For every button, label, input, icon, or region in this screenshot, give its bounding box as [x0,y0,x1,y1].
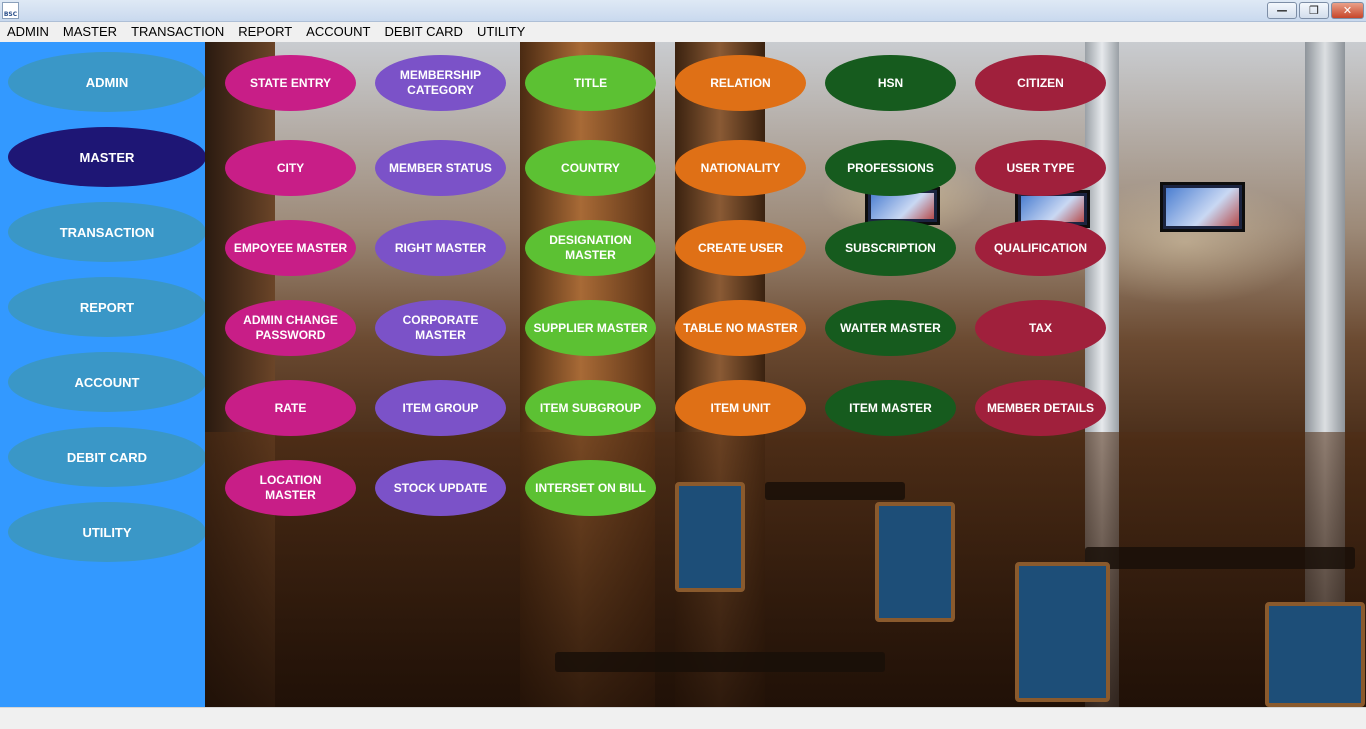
title-button[interactable]: TITLE [525,55,656,111]
sidebar-item-debit-card[interactable]: DEBIT CARD [8,427,206,487]
close-button[interactable]: ✕ [1331,2,1364,19]
interset-on-bill-button[interactable]: INTERSET ON BILL [525,460,656,516]
item-subgroup-button[interactable]: ITEM SUBGROUP [525,380,656,436]
item-group-button[interactable]: ITEM GROUP [375,380,506,436]
rate-button[interactable]: RATE [225,380,356,436]
qualification-button[interactable]: QUALIFICATION [975,220,1106,276]
item-unit-button[interactable]: ITEM UNIT [675,380,806,436]
menu-report[interactable]: REPORT [231,22,299,42]
bg-tv-3 [1160,182,1245,232]
waiter-master-button[interactable]: WAITER MASTER [825,300,956,356]
location-master-button[interactable]: LOCATION MASTER [225,460,356,516]
sidebar-item-account[interactable]: ACCOUNT [8,352,206,412]
bg-table-1 [765,482,905,500]
menu-transaction[interactable]: TRANSACTION [124,22,231,42]
country-button[interactable]: COUNTRY [525,140,656,196]
app-logo-icon: BSC [2,2,19,19]
supplier-master-button[interactable]: SUPPLIER MASTER [525,300,656,356]
designation-master-button[interactable]: DESIGNATION MASTER [525,220,656,276]
state-entry-button[interactable]: STATE ENTRY [225,55,356,111]
empoyee-master-button[interactable]: EMPOYEE MASTER [225,220,356,276]
table-no-master-button[interactable]: TABLE NO MASTER [675,300,806,356]
bg-table-3 [555,652,885,672]
member-status-button[interactable]: MEMBER STATUS [375,140,506,196]
menu-admin[interactable]: ADMIN [0,22,56,42]
city-button[interactable]: CITY [225,140,356,196]
restore-button[interactable]: ❐ [1299,2,1329,19]
menu-master[interactable]: MASTER [56,22,124,42]
sidebar-item-utility[interactable]: UTILITY [8,502,206,562]
bg-chair-3 [675,482,745,592]
sidebar: ADMIN MASTER TRANSACTION REPORT ACCOUNT … [0,42,206,707]
bg-table-2 [1085,547,1355,569]
membership-category-button[interactable]: MEMBERSHIP CATEGORY [375,55,506,111]
title-bar: BSC — ❐ ✕ [0,0,1366,22]
tax-button[interactable]: TAX [975,300,1106,356]
user-type-button[interactable]: USER TYPE [975,140,1106,196]
bg-chair-2 [1015,562,1110,702]
nationality-button[interactable]: NATIONALITY [675,140,806,196]
menu-debit-card[interactable]: DEBIT CARD [377,22,470,42]
minimize-button[interactable]: — [1267,2,1297,19]
sidebar-item-master[interactable]: MASTER [8,127,206,187]
relation-button[interactable]: RELATION [675,55,806,111]
status-bar [0,707,1366,729]
sidebar-item-report[interactable]: REPORT [8,277,206,337]
stock-update-button[interactable]: STOCK UPDATE [375,460,506,516]
bg-chair-4 [1265,602,1365,707]
member-details-button[interactable]: MEMBER DETAILS [975,380,1106,436]
professions-button[interactable]: PROFESSIONS [825,140,956,196]
sidebar-item-admin[interactable]: ADMIN [8,52,206,112]
sidebar-item-transaction[interactable]: TRANSACTION [8,202,206,262]
hsn-button[interactable]: HSN [825,55,956,111]
admin-change-password-button[interactable]: ADMIN CHANGE PASSWORD [225,300,356,356]
menu-bar: ADMIN MASTER TRANSACTION REPORT ACCOUNT … [0,22,1366,42]
create-user-button[interactable]: CREATE USER [675,220,806,276]
corporate-master-button[interactable]: CORPORATE MASTER [375,300,506,356]
main-panel: STATE ENTRY MEMBERSHIP CATEGORY TITLE RELAT… [205,42,1366,707]
item-master-button[interactable]: ITEM MASTER [825,380,956,436]
menu-utility[interactable]: UTILITY [470,22,532,42]
right-master-button[interactable]: RIGHT MASTER [375,220,506,276]
bg-chair-1 [875,502,955,622]
menu-account[interactable]: ACCOUNT [299,22,377,42]
citizen-button[interactable]: CITIZEN [975,55,1106,111]
subscription-button[interactable]: SUBSCRIPTION [825,220,956,276]
